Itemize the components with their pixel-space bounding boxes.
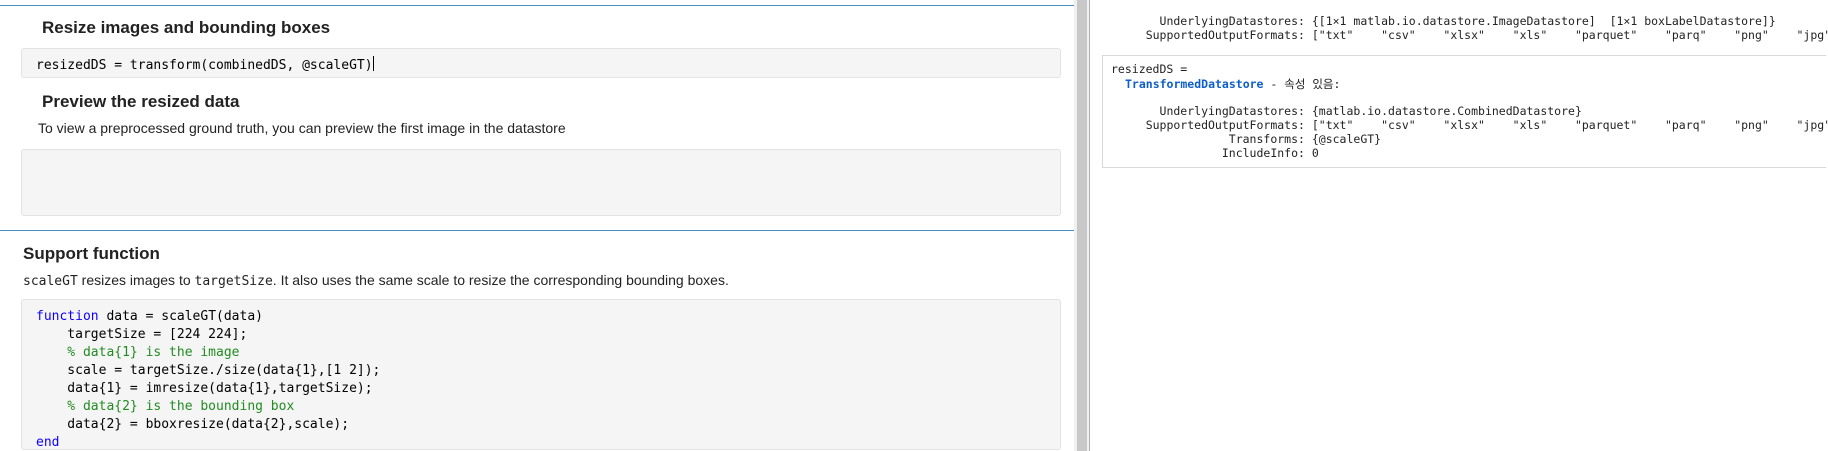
support-description[interactable]: scaleGT resizes images to targetSize. It…: [23, 272, 729, 289]
section-heading-resize[interactable]: Resize images and bounding boxes: [42, 18, 330, 38]
output-transforms: Transforms: {@scaleGT}: [1118, 132, 1382, 146]
section-divider: [0, 5, 1074, 6]
section-divider: [0, 230, 1074, 231]
code-comment-line-6[interactable]: % data{2} is the bounding box: [36, 399, 294, 414]
pane-splitter[interactable]: [1074, 0, 1090, 451]
code-text: data = scaleGT(data): [98, 309, 263, 324]
code-block-resize[interactable]: resizedDS = transform(combinedDS, @scale…: [21, 48, 1061, 78]
output-underlying-datastores: UnderlyingDatastores: {[1×1 matlab.io.da…: [1118, 14, 1776, 28]
live-editor: Resize images and bounding boxes resized…: [0, 0, 1074, 451]
output-class-header: TransformedDatastore - 속성 있음:: [1125, 76, 1340, 92]
splitter-handle[interactable]: [1077, 0, 1087, 451]
class-link-transformeddatastore[interactable]: TransformedDatastore: [1125, 77, 1263, 91]
code-block-support-function[interactable]: function data = scaleGT(data) targetSize…: [21, 299, 1061, 450]
code-line-2[interactable]: targetSize = [224 224];: [36, 327, 247, 342]
code-line-1[interactable]: function data = scaleGT(data): [36, 309, 263, 324]
output-pane: UnderlyingDatastores: {[1×1 matlab.io.da…: [1090, 0, 1828, 451]
keyword-function: function: [36, 309, 99, 324]
output-underlying-datastores: UnderlyingDatastores: {matlab.io.datasto…: [1118, 104, 1582, 118]
class-suffix-text: - 속성 있음:: [1263, 77, 1341, 91]
section-heading-support[interactable]: Support function: [23, 244, 160, 264]
description-text: resizes images to: [77, 272, 195, 288]
section-heading-preview[interactable]: Preview the resized data: [42, 92, 239, 112]
code-line-7[interactable]: data{2} = bboxresize(data{2},scale);: [36, 417, 349, 432]
code-line[interactable]: resizedDS = transform(combinedDS, @scale…: [36, 56, 374, 73]
output-variable-name: resizedDS =: [1111, 62, 1188, 76]
description-text: . It also uses the same scale to resize …: [272, 272, 729, 288]
output-includeinfo: IncludeInfo: 0: [1118, 146, 1319, 160]
code-block-preview-empty[interactable]: [21, 149, 1061, 216]
preview-description[interactable]: To view a preprocessed ground truth, you…: [38, 120, 566, 136]
output-supported-formats: SupportedOutputFormats: ["txt" "csv" "xl…: [1118, 28, 1828, 42]
code-line-4[interactable]: scale = targetSize./size(data{1},[1 2]);: [36, 363, 380, 378]
output-display-resizedds: resizedDS = TransformedDatastore - 속성 있음…: [1102, 55, 1828, 168]
text-caret: [372, 56, 374, 71]
inline-code-targetsize: targetSize: [194, 274, 273, 289]
code-line-5[interactable]: data{1} = imresize(data{1},targetSize);: [36, 381, 372, 396]
inline-code-scalegt: scaleGT: [23, 274, 78, 289]
keyword-end[interactable]: end: [36, 435, 59, 450]
code-comment-line-3[interactable]: % data{1} is the image: [36, 345, 239, 360]
output-supported-formats: SupportedOutputFormats: ["txt" "csv" "xl…: [1118, 118, 1828, 132]
